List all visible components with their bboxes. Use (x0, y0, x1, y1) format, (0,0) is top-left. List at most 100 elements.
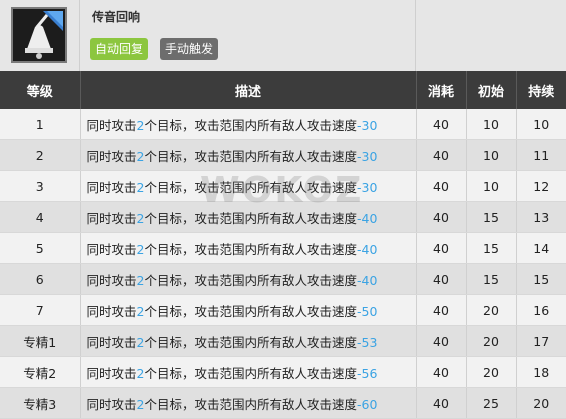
header-empty-cell (416, 0, 566, 71)
description-text-1: 同时攻击 (86, 179, 137, 195)
table-row: 5 同时攻击2个目标，攻击范围内所有敌人攻击速度-40 40 15 14 (0, 232, 566, 264)
initial-cell: 20 (466, 325, 517, 357)
bell-icon (11, 7, 67, 63)
attack-speed-value: -30 (356, 179, 378, 195)
initial-cell: 25 (466, 387, 517, 419)
initial-cell: 20 (466, 356, 517, 388)
cost-cell: 40 (416, 139, 467, 171)
description-text-2: 个目标，攻击范围内所有敌人攻击速度 (144, 117, 357, 133)
cost-cell: 40 (416, 387, 467, 419)
duration-cell: 17 (516, 325, 566, 357)
description-text-1: 同时攻击 (86, 117, 137, 133)
table-row: 专精2 同时攻击2个目标，攻击范围内所有敌人攻击速度-56 40 20 18 (0, 356, 566, 388)
table-row: 3 同时攻击2个目标，攻击范围内所有敌人攻击速度-30 40 10 12 (0, 170, 566, 202)
table-row: 2 同时攻击2个目标，攻击范围内所有敌人攻击速度-30 40 10 11 (0, 139, 566, 171)
description-text-1: 同时攻击 (86, 303, 137, 319)
duration-cell: 16 (516, 294, 566, 326)
auto-recovery-tag: 自动回复 (90, 38, 149, 60)
table-header-row: 等级 描述 消耗 初始 持续 (0, 71, 566, 109)
attack-speed-value: -53 (356, 334, 378, 350)
skill-level-table: 等级 描述 消耗 初始 持续 1 同时攻击2个目标，攻击范围内所有敌人攻击速度-3… (0, 71, 566, 419)
level-cell: 专精1 (0, 325, 81, 357)
duration-cell: 13 (516, 201, 566, 233)
initial-cell: 10 (466, 139, 517, 171)
manual-trigger-tag: 手动触发 (160, 38, 219, 60)
cost-cell: 40 (416, 232, 467, 264)
table-body: 1 同时攻击2个目标，攻击范围内所有敌人攻击速度-30 40 10 10 2 同时攻击2个目… (0, 109, 566, 419)
cost-cell: 40 (416, 356, 467, 388)
description-text-1: 同时攻击 (86, 241, 137, 257)
level-cell: 4 (0, 201, 81, 233)
description-text-2: 个目标，攻击范围内所有敌人攻击速度 (144, 210, 357, 226)
column-header-initial: 初始 (466, 71, 517, 109)
table-row: 专精3 同时攻击2个目标，攻击范围内所有敌人攻击速度-60 40 25 20 (0, 387, 566, 419)
description-cell: 同时攻击2个目标，攻击范围内所有敌人攻击速度-40 (80, 201, 417, 233)
level-cell: 2 (0, 139, 81, 171)
level-cell: 5 (0, 232, 81, 264)
table-row: 专精1 同时攻击2个目标，攻击范围内所有敌人攻击速度-53 40 20 17 (0, 325, 566, 357)
description-cell: 同时攻击2个目标，攻击范围内所有敌人攻击速度-56 (80, 356, 417, 388)
column-header-description: 描述 (80, 71, 417, 109)
description-text-1: 同时攻击 (86, 210, 137, 226)
duration-cell: 14 (516, 232, 566, 264)
table-row: 7 同时攻击2个目标，攻击范围内所有敌人攻击速度-50 40 20 16 (0, 294, 566, 326)
description-text-2: 个目标，攻击范围内所有敌人攻击速度 (144, 148, 357, 164)
description-cell: 同时攻击2个目标，攻击范围内所有敌人攻击速度-40 (80, 232, 417, 264)
column-header-level: 等级 (0, 71, 81, 109)
attack-speed-value: -60 (356, 396, 378, 412)
duration-cell: 10 (516, 109, 566, 140)
description-text-2: 个目标，攻击范围内所有敌人攻击速度 (144, 365, 357, 381)
description-cell: 同时攻击2个目标，攻击范围内所有敌人攻击速度-50 (80, 294, 417, 326)
duration-cell: 20 (516, 387, 566, 419)
initial-cell: 15 (466, 201, 517, 233)
attack-speed-value: -40 (356, 272, 378, 288)
initial-cell: 15 (466, 263, 517, 295)
duration-cell: 12 (516, 170, 566, 202)
attack-speed-value: -40 (356, 210, 378, 226)
level-cell: 专精2 (0, 356, 81, 388)
cost-cell: 40 (416, 201, 467, 233)
description-text-1: 同时攻击 (86, 334, 137, 350)
duration-cell: 18 (516, 356, 566, 388)
description-text-1: 同时攻击 (86, 396, 137, 412)
skill-header: 传音回响 自动回复 手动触发 (0, 0, 566, 72)
description-text-1: 同时攻击 (86, 272, 137, 288)
description-cell: 同时攻击2个目标，攻击范围内所有敌人攻击速度-30 (80, 139, 417, 171)
description-cell: 同时攻击2个目标，攻击范围内所有敌人攻击速度-40 (80, 263, 417, 295)
level-cell: 3 (0, 170, 81, 202)
description-text-2: 个目标，攻击范围内所有敌人攻击速度 (144, 179, 357, 195)
description-text-1: 同时攻击 (86, 365, 137, 381)
duration-cell: 11 (516, 139, 566, 171)
initial-cell: 20 (466, 294, 517, 326)
attack-speed-value: -30 (356, 148, 378, 164)
level-cell: 1 (0, 109, 81, 140)
column-header-duration: 持续 (516, 71, 566, 109)
attack-speed-value: -30 (356, 117, 378, 133)
skill-icon-cell (0, 0, 80, 71)
cost-cell: 40 (416, 109, 467, 140)
cost-cell: 40 (416, 325, 467, 357)
duration-cell: 15 (516, 263, 566, 295)
attack-speed-value: -56 (356, 365, 378, 381)
skill-name: 传音回响 (92, 10, 141, 24)
initial-cell: 15 (466, 232, 517, 264)
description-cell: 同时攻击2个目标，攻击范围内所有敌人攻击速度-60 (80, 387, 417, 419)
cost-cell: 40 (416, 294, 467, 326)
description-text-2: 个目标，攻击范围内所有敌人攻击速度 (144, 303, 357, 319)
cost-cell: 40 (416, 263, 467, 295)
attack-speed-value: -50 (356, 303, 378, 319)
description-cell: 同时攻击2个目标，攻击范围内所有敌人攻击速度-53 (80, 325, 417, 357)
description-text-1: 同时攻击 (86, 148, 137, 164)
level-cell: 专精3 (0, 387, 81, 419)
skill-info-cell: 传音回响 自动回复 手动触发 (80, 0, 416, 71)
table-row: 1 同时攻击2个目标，攻击范围内所有敌人攻击速度-30 40 10 10 (0, 109, 566, 140)
level-cell: 6 (0, 263, 81, 295)
description-text-2: 个目标，攻击范围内所有敌人攻击速度 (144, 241, 357, 257)
description-text-2: 个目标，攻击范围内所有敌人攻击速度 (144, 334, 357, 350)
column-header-cost: 消耗 (416, 71, 467, 109)
description-cell: 同时攻击2个目标，攻击范围内所有敌人攻击速度-30 (80, 109, 417, 140)
level-cell: 7 (0, 294, 81, 326)
initial-cell: 10 (466, 170, 517, 202)
description-text-2: 个目标，攻击范围内所有敌人攻击速度 (144, 272, 357, 288)
table-row: 4 同时攻击2个目标，攻击范围内所有敌人攻击速度-40 40 15 13 (0, 201, 566, 233)
